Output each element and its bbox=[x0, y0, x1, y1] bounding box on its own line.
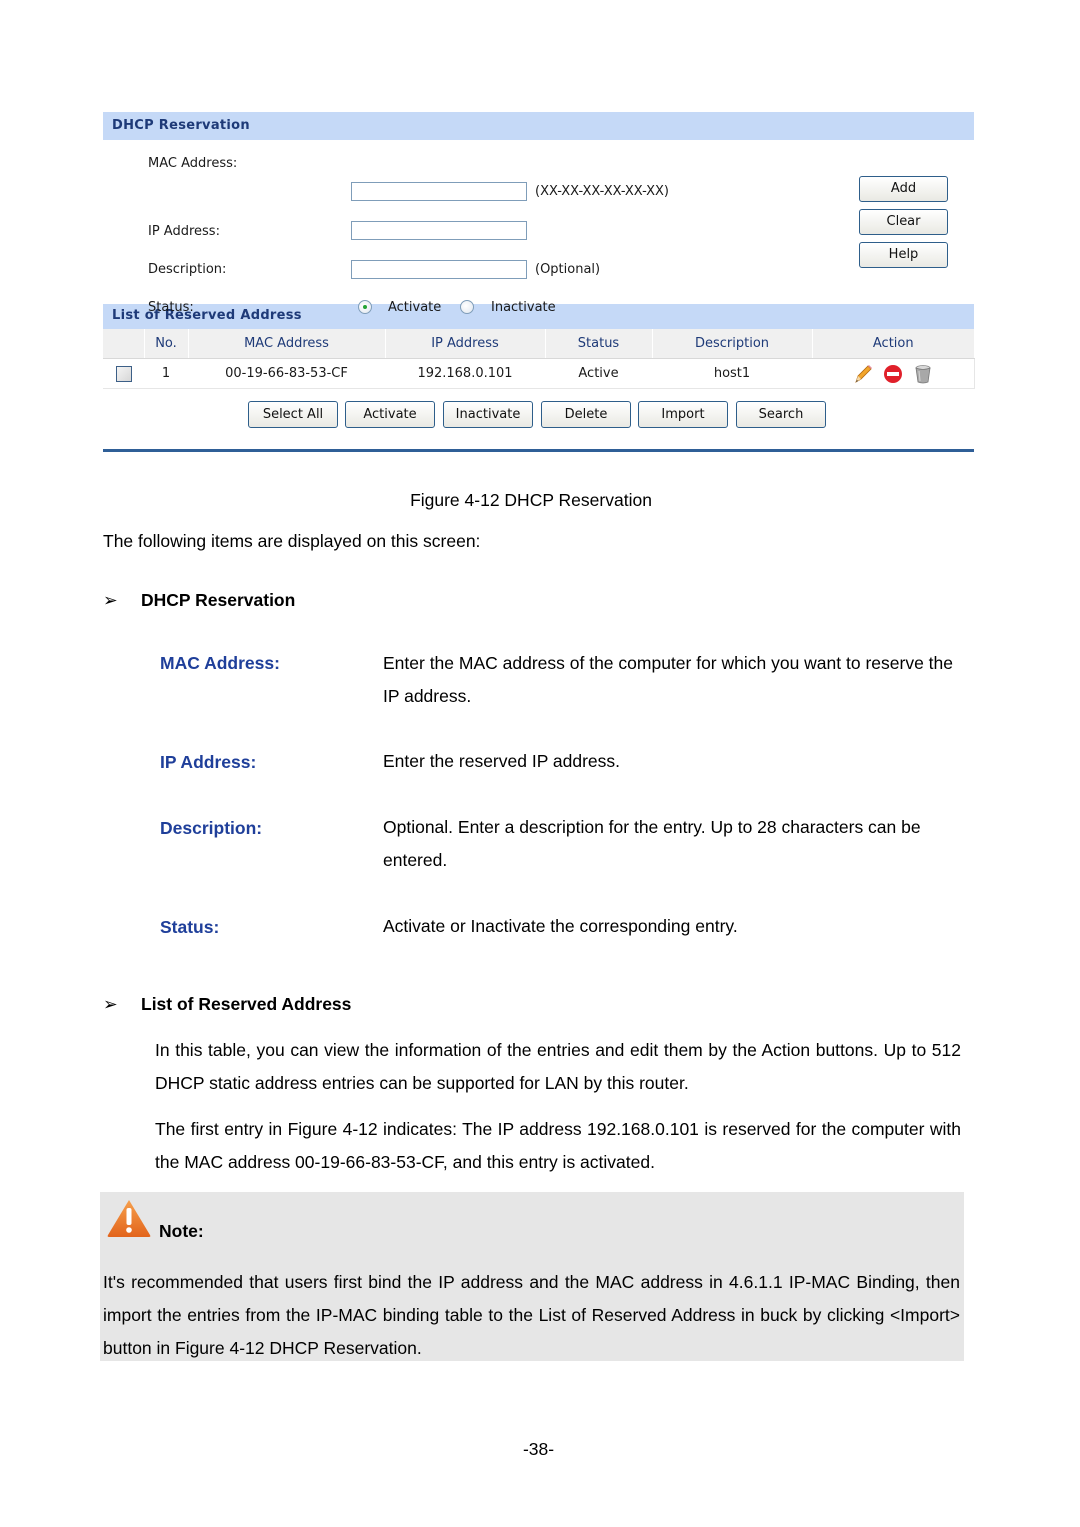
column-header-select bbox=[103, 329, 144, 359]
list-paragraph-2: The first entry in Figure 4-12 indicates… bbox=[155, 1119, 961, 1172]
column-header-action: Action bbox=[811, 329, 974, 359]
figure-caption: Figure 4-12 DHCP Reservation bbox=[410, 490, 652, 510]
reservation-form: MAC Address: (XX-XX-XX-XX-XX-XX) IP Addr… bbox=[103, 140, 974, 315]
search-button[interactable]: Search bbox=[736, 401, 826, 428]
mac-format-hint: (XX-XX-XX-XX-XX-XX) bbox=[535, 184, 669, 199]
term-mac-address: MAC Address: bbox=[160, 653, 280, 673]
delete-button[interactable]: Delete bbox=[541, 401, 631, 428]
description-input[interactable] bbox=[351, 260, 527, 279]
mac-address-input[interactable] bbox=[351, 182, 527, 201]
desc-status: Activate or Inactivate the corresponding… bbox=[383, 916, 738, 936]
description-label: Description: bbox=[148, 262, 227, 277]
import-button[interactable]: Import bbox=[638, 401, 728, 428]
row-no: 1 bbox=[144, 358, 188, 389]
status-activate-radio[interactable] bbox=[358, 300, 372, 314]
term-ip-address: IP Address: bbox=[160, 752, 257, 772]
inactivate-button[interactable]: Inactivate bbox=[443, 401, 533, 428]
note-box: Note: It's recommended that users first … bbox=[100, 1192, 964, 1361]
disable-icon[interactable] bbox=[882, 363, 904, 385]
intro-text: The following items are displayed on thi… bbox=[103, 531, 481, 551]
bullet-arrow-icon: ➢ bbox=[103, 994, 118, 1014]
reservation-panel-header: DHCP Reservation bbox=[103, 112, 974, 140]
column-header-status: Status bbox=[544, 329, 652, 359]
list-button-bar: Select All Activate Inactivate Delete Im… bbox=[103, 389, 974, 449]
section-heading-text: DHCP Reservation bbox=[141, 590, 296, 610]
term-status: Status: bbox=[160, 917, 220, 937]
mac-row: MAC Address: bbox=[148, 152, 351, 176]
ip-address-input[interactable] bbox=[351, 221, 527, 240]
add-button[interactable]: Add bbox=[859, 176, 948, 202]
select-all-button[interactable]: Select All bbox=[248, 401, 338, 428]
term-description: Description: bbox=[160, 818, 263, 838]
section-heading-dhcp-reservation: ➢ DHCP Reservation bbox=[103, 588, 295, 612]
edit-icon[interactable] bbox=[852, 363, 874, 385]
page-number: -38- bbox=[522, 1439, 555, 1459]
reserved-address-table: No. MAC Address IP Address Status Descri… bbox=[103, 329, 975, 389]
description-row: Description: bbox=[148, 258, 351, 282]
figure-bottom-rule bbox=[103, 449, 974, 452]
status-inactivate-radio[interactable] bbox=[460, 300, 474, 314]
row-checkbox[interactable] bbox=[115, 365, 132, 382]
help-button[interactable]: Help bbox=[859, 242, 948, 268]
desc-description: Optional. Enter a description for the en… bbox=[383, 817, 921, 870]
dhcp-reservation-figure: DHCP Reservation MAC Address: (XX-XX-XX-… bbox=[103, 112, 975, 452]
ip-row: IP Address: bbox=[148, 220, 351, 244]
activate-button[interactable]: Activate bbox=[345, 401, 435, 428]
note-body: It's recommended that users first bind t… bbox=[103, 1272, 960, 1358]
desc-ip-address: Enter the reserved IP address. bbox=[383, 751, 621, 771]
row-description: host1 bbox=[652, 358, 812, 389]
table-row: 1 00-19-66-83-53-CF 192.168.0.101 Active… bbox=[103, 358, 975, 389]
row-mac: 00-19-66-83-53-CF bbox=[188, 358, 385, 389]
row-actions bbox=[812, 358, 975, 389]
note-title: Note: bbox=[159, 1221, 204, 1241]
status-inactivate-label[interactable]: Inactivate bbox=[491, 296, 556, 320]
column-header-mac: MAC Address bbox=[187, 329, 385, 359]
table-header-row: No. MAC Address IP Address Status Descri… bbox=[103, 329, 974, 359]
row-select-cell bbox=[103, 358, 144, 389]
status-label: Status: bbox=[148, 300, 194, 315]
list-paragraph-1: In this table, you can view the informat… bbox=[155, 1040, 961, 1093]
row-status: Active bbox=[545, 358, 652, 389]
clear-button[interactable]: Clear bbox=[859, 209, 948, 235]
status-activate-label[interactable]: Activate bbox=[388, 296, 441, 320]
column-header-description: Description bbox=[651, 329, 812, 359]
desc-mac-address: Enter the MAC address of the computer fo… bbox=[383, 653, 953, 706]
status-row: Status: Activate Inactivate bbox=[148, 296, 848, 320]
column-header-ip: IP Address bbox=[384, 329, 545, 359]
row-ip: 192.168.0.101 bbox=[385, 358, 545, 389]
trash-icon[interactable] bbox=[912, 363, 934, 385]
mac-label: MAC Address: bbox=[148, 156, 238, 171]
column-header-no: No. bbox=[143, 329, 188, 359]
section-heading-list: ➢ List of Reserved Address bbox=[103, 992, 351, 1016]
bullet-arrow-icon: ➢ bbox=[103, 590, 118, 610]
section-heading-text: List of Reserved Address bbox=[141, 994, 352, 1014]
ip-label: IP Address: bbox=[148, 224, 220, 239]
optional-hint: (Optional) bbox=[535, 262, 601, 277]
warning-icon bbox=[107, 1200, 151, 1237]
